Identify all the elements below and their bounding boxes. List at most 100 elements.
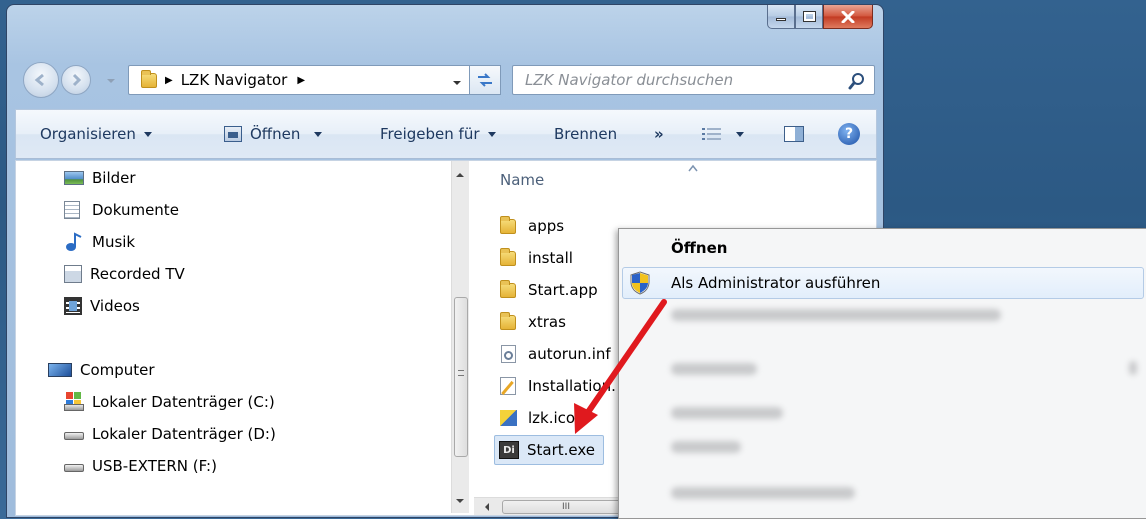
back-button[interactable] xyxy=(23,62,59,98)
menu-item-label: Öffnen xyxy=(671,239,728,257)
file-name: Start.exe xyxy=(527,441,596,459)
folder-icon xyxy=(139,70,159,90)
forward-arrow-icon xyxy=(72,73,82,87)
nav-item-bilder[interactable]: Bilder xyxy=(64,166,136,190)
back-arrow-icon xyxy=(34,73,44,87)
computer-icon xyxy=(48,363,72,377)
scroll-grip: III xyxy=(562,502,570,512)
file-name: install xyxy=(528,249,573,267)
caption-buttons xyxy=(767,5,873,29)
nav-item-label: Bilder xyxy=(92,169,136,187)
music-note-icon xyxy=(66,232,82,251)
file-item-start-app[interactable]: Start.app xyxy=(498,277,598,303)
scroll-up-icon[interactable] xyxy=(452,167,468,183)
file-item-start-exe[interactable]: Di Start.exe xyxy=(494,435,605,465)
folder-icon xyxy=(498,312,520,332)
refresh-icon xyxy=(478,73,492,87)
forward-button[interactable] xyxy=(61,65,91,95)
chevron-down-icon xyxy=(453,81,461,85)
burn-button[interactable]: Brennen xyxy=(554,110,617,158)
navigation-pane: Bilder Dokumente Musik Recorded TV Video… xyxy=(16,161,471,515)
file-name: Installation. xyxy=(528,377,616,395)
nav-item-usb-extern[interactable]: USB-EXTERN (F:) xyxy=(64,454,217,478)
sort-ascending-icon xyxy=(688,164,698,172)
chevron-down-icon xyxy=(107,79,115,83)
nav-item-videos[interactable]: Videos xyxy=(64,294,140,318)
preview-pane-button[interactable] xyxy=(784,110,804,158)
file-item-xtras[interactable]: xtras xyxy=(498,309,566,335)
navigation-scrollbar[interactable] xyxy=(451,161,469,513)
blurred-submenu-arrow xyxy=(1129,361,1137,375)
blurred-menu-item xyxy=(671,363,757,375)
blurred-menu-item xyxy=(671,309,1001,321)
recent-pages-dropdown[interactable] xyxy=(105,73,117,87)
help-button[interactable]: ? xyxy=(838,110,860,158)
scroll-thumb[interactable]: III xyxy=(502,500,630,514)
view-options-button[interactable] xyxy=(702,110,744,158)
nav-item-label: Computer xyxy=(80,361,155,379)
file-name: Start.app xyxy=(528,281,598,299)
nav-item-label: USB-EXTERN (F:) xyxy=(92,457,217,475)
organize-menu-button[interactable]: Organisieren xyxy=(40,110,152,158)
settings-file-icon xyxy=(498,344,520,364)
file-name: apps xyxy=(528,217,565,235)
search-icon[interactable] xyxy=(848,72,866,90)
folder-icon xyxy=(498,216,520,236)
windows-drive-icon xyxy=(64,392,84,412)
share-menu-button[interactable]: Freigeben für xyxy=(380,110,496,158)
search-input[interactable]: LZK Navigator durchsuchen xyxy=(512,65,875,95)
refresh-button[interactable] xyxy=(469,65,501,95)
file-item-autorun-inf[interactable]: autorun.inf xyxy=(498,341,611,367)
caret-down-icon xyxy=(143,131,152,137)
file-name: xtras xyxy=(528,313,566,331)
nav-item-drive-c[interactable]: Lokaler Datenträger (C:) xyxy=(64,390,275,414)
preview-pane-icon xyxy=(784,126,804,142)
breadcrumb-item[interactable]: LZK Navigator xyxy=(181,71,288,89)
caret-down-icon xyxy=(736,131,744,137)
command-bar: Organisieren Öffnen Freigeben für Brenne… xyxy=(15,109,877,159)
file-item-lzk-ico[interactable]: lzk.ico xyxy=(498,405,575,431)
search-placeholder: LZK Navigator durchsuchen xyxy=(525,71,734,89)
breadcrumb-separator-icon: ▶ xyxy=(165,74,173,86)
nav-item-musik[interactable]: Musik xyxy=(64,230,135,254)
more-label: » xyxy=(654,125,664,143)
minimize-icon xyxy=(776,18,786,21)
blurred-menu-item xyxy=(671,407,783,419)
view-details-icon xyxy=(702,128,721,140)
nav-item-label: Lokaler Datenträger (C:) xyxy=(92,393,275,411)
file-item-install[interactable]: install xyxy=(498,245,573,271)
file-item-installation[interactable]: Installation. xyxy=(498,373,616,399)
nav-item-label: Dokumente xyxy=(92,201,179,219)
address-bar[interactable]: ▶ LZK Navigator ▶ xyxy=(128,65,475,95)
open-label: Öffnen xyxy=(250,125,301,143)
nav-item-label: Musik xyxy=(92,233,136,251)
icon-file-icon xyxy=(498,408,520,428)
open-app-icon xyxy=(224,126,242,142)
column-header-name[interactable]: Name xyxy=(500,171,544,189)
breadcrumb-separator-icon: ▶ xyxy=(297,74,306,86)
share-label: Freigeben für xyxy=(380,125,480,143)
scroll-down-icon[interactable] xyxy=(452,493,468,509)
scroll-left-icon[interactable] xyxy=(480,499,494,515)
scroll-thumb[interactable] xyxy=(454,297,468,457)
organize-label: Organisieren xyxy=(40,125,136,143)
nav-item-dokumente[interactable]: Dokumente xyxy=(64,198,179,222)
nav-item-computer[interactable]: Computer xyxy=(48,358,155,382)
caret-down-icon xyxy=(487,131,496,137)
removable-drive-icon xyxy=(64,457,84,475)
menu-item-run-as-administrator[interactable]: Als Administrator ausführen xyxy=(671,269,880,297)
minimize-button[interactable] xyxy=(767,5,795,29)
nav-item-recorded-tv[interactable]: Recorded TV xyxy=(64,262,185,286)
more-commands-button[interactable]: » xyxy=(654,110,664,158)
close-icon xyxy=(841,10,855,23)
address-dropdown-button[interactable] xyxy=(452,74,462,92)
maximize-button[interactable] xyxy=(795,5,823,29)
nav-item-drive-d[interactable]: Lokaler Datenträger (D:) xyxy=(64,422,276,446)
close-button[interactable] xyxy=(823,5,873,29)
file-item-apps[interactable]: apps xyxy=(498,213,564,239)
menu-item-open[interactable]: Öffnen xyxy=(671,234,727,262)
menu-item-label: Als Administrator ausführen xyxy=(671,274,881,292)
folder-icon xyxy=(498,248,520,268)
recorded-tv-icon xyxy=(64,265,82,283)
open-menu-button[interactable]: Öffnen xyxy=(224,110,323,158)
